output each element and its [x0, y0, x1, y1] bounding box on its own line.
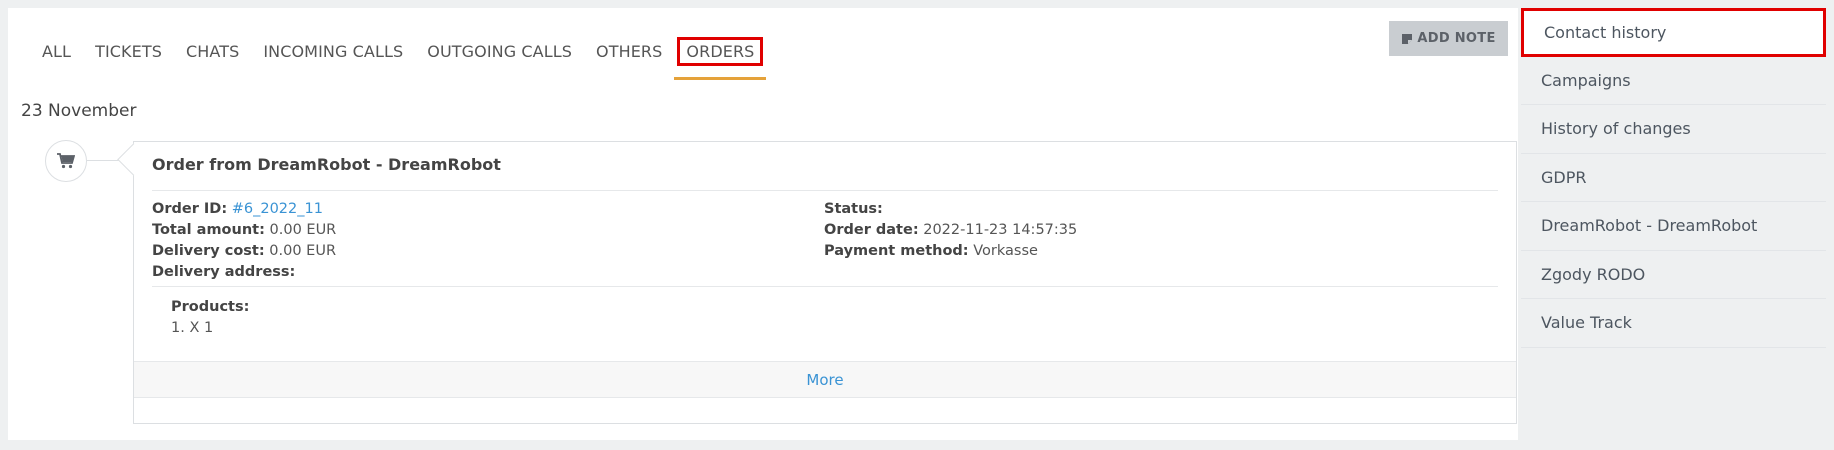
tab-tickets[interactable]: TICKETS [83, 32, 174, 80]
divider [152, 286, 1498, 287]
order-id-label: Order ID: [152, 201, 228, 217]
delivery-cost-label: Delivery cost: [152, 243, 265, 259]
order-card: Order from DreamRobot - DreamRobot Order… [133, 141, 1517, 424]
tab-chats[interactable]: CHATS [174, 32, 251, 80]
order-title: Order from DreamRobot - DreamRobot [152, 155, 501, 174]
delivery-cost-value: 0.00 EUR [269, 243, 337, 259]
tab-bar: ALL TICKETS CHATS INCOMING CALLS OUTGOIN… [32, 32, 767, 80]
products-heading: Products: [171, 299, 249, 315]
add-note-button[interactable]: ADD NOTE [1389, 21, 1508, 56]
cart-icon [57, 153, 75, 169]
divider [152, 190, 1498, 191]
order-id-field: Order ID: #6_2022_11 [152, 201, 323, 217]
tab-incoming-calls[interactable]: INCOMING CALLS [251, 32, 415, 80]
payment-method-label: Payment method: [824, 243, 969, 259]
order-date-label: Order date: [824, 222, 919, 238]
tab-others[interactable]: OTHERS [584, 32, 674, 80]
total-amount-field: Total amount: 0.00 EUR [152, 222, 336, 238]
sidebar-item-zgody-rodo[interactable]: Zgody RODO [1521, 251, 1826, 299]
sidebar-item-campaigns[interactable]: Campaigns [1521, 57, 1826, 105]
add-note-label: ADD NOTE [1417, 31, 1496, 46]
date-label: 23 November [21, 101, 137, 121]
total-amount-label: Total amount: [152, 222, 265, 238]
more-bar: More [134, 361, 1516, 398]
tab-orders-label: ORDERS [677, 37, 764, 66]
note-icon [1402, 33, 1413, 44]
status-label: Status: [824, 201, 883, 217]
payment-method-value: Vorkasse [973, 243, 1038, 259]
status-field: Status: [824, 201, 883, 217]
delivery-cost-field: Delivery cost: 0.00 EUR [152, 243, 336, 259]
sidebar-item-dreamrobot[interactable]: DreamRobot - DreamRobot [1521, 202, 1826, 251]
sidebar-item-history-of-changes[interactable]: History of changes [1521, 105, 1826, 154]
sidebar: Contact history Campaigns History of cha… [1521, 8, 1826, 440]
sidebar-item-contact-history[interactable]: Contact history [1521, 8, 1826, 57]
total-amount-value: 0.00 EUR [269, 222, 337, 238]
sidebar-item-value-track[interactable]: Value Track [1521, 299, 1826, 348]
product-item: 1. X 1 [171, 320, 214, 336]
delivery-address-field: Delivery address: [152, 264, 295, 280]
main-panel: ALL TICKETS CHATS INCOMING CALLS OUTGOIN… [8, 8, 1518, 440]
tab-all[interactable]: ALL [32, 32, 83, 80]
order-date-value: 2022-11-23 14:57:35 [923, 222, 1078, 238]
delivery-address-label: Delivery address: [152, 264, 296, 280]
order-date-field: Order date: 2022-11-23 14:57:35 [824, 222, 1077, 238]
tab-outgoing-calls[interactable]: OUTGOING CALLS [415, 32, 584, 80]
sidebar-item-gdpr[interactable]: GDPR [1521, 154, 1826, 202]
payment-method-field: Payment method: Vorkasse [824, 243, 1038, 259]
timeline-order-marker [45, 140, 87, 182]
tab-orders[interactable]: ORDERS [674, 32, 767, 80]
products-label: Products: [171, 299, 250, 315]
order-id-link[interactable]: #6_2022_11 [232, 201, 323, 217]
more-link[interactable]: More [806, 371, 843, 389]
